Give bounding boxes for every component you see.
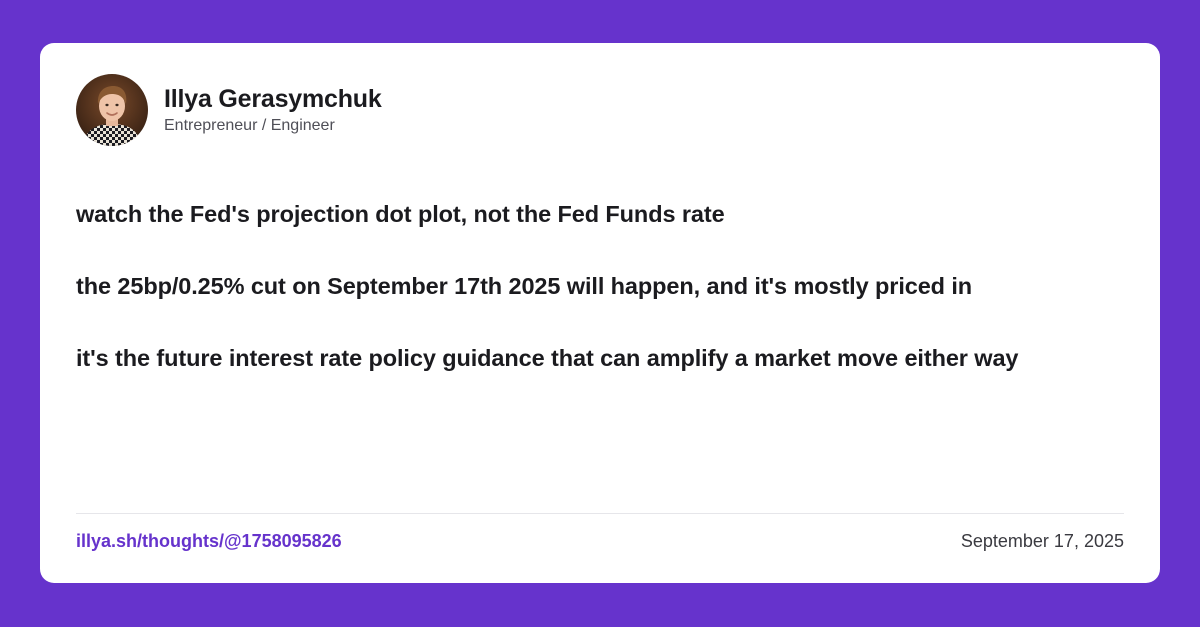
post-paragraph: the 25bp/0.25% cut on September 17th 202… [76, 273, 973, 299]
profile-photo-icon [76, 74, 148, 146]
post-permalink[interactable]: illya.sh/thoughts/@1758095826 [76, 529, 342, 553]
author-info: Illya Gerasymchuk Entrepreneur / Enginee… [164, 84, 382, 137]
post-date: September 17, 2025 [960, 531, 1124, 551]
post-card: Illya Gerasymchuk Entrepreneur / Enginee… [40, 43, 1160, 583]
avatar [76, 74, 148, 146]
author-name: Illya Gerasymchuk [164, 84, 382, 113]
post-body: watch the Fed's projection dot plot, not… [76, 199, 1136, 415]
footer-divider [76, 513, 1124, 514]
author-title: Entrepreneur / Engineer [164, 116, 335, 134]
post-paragraph: it's the future interest rate policy gui… [76, 345, 1019, 371]
post-paragraph: watch the Fed's projection dot plot, not… [76, 201, 725, 227]
post-header: Illya Gerasymchuk Entrepreneur / Enginee… [76, 73, 382, 147]
